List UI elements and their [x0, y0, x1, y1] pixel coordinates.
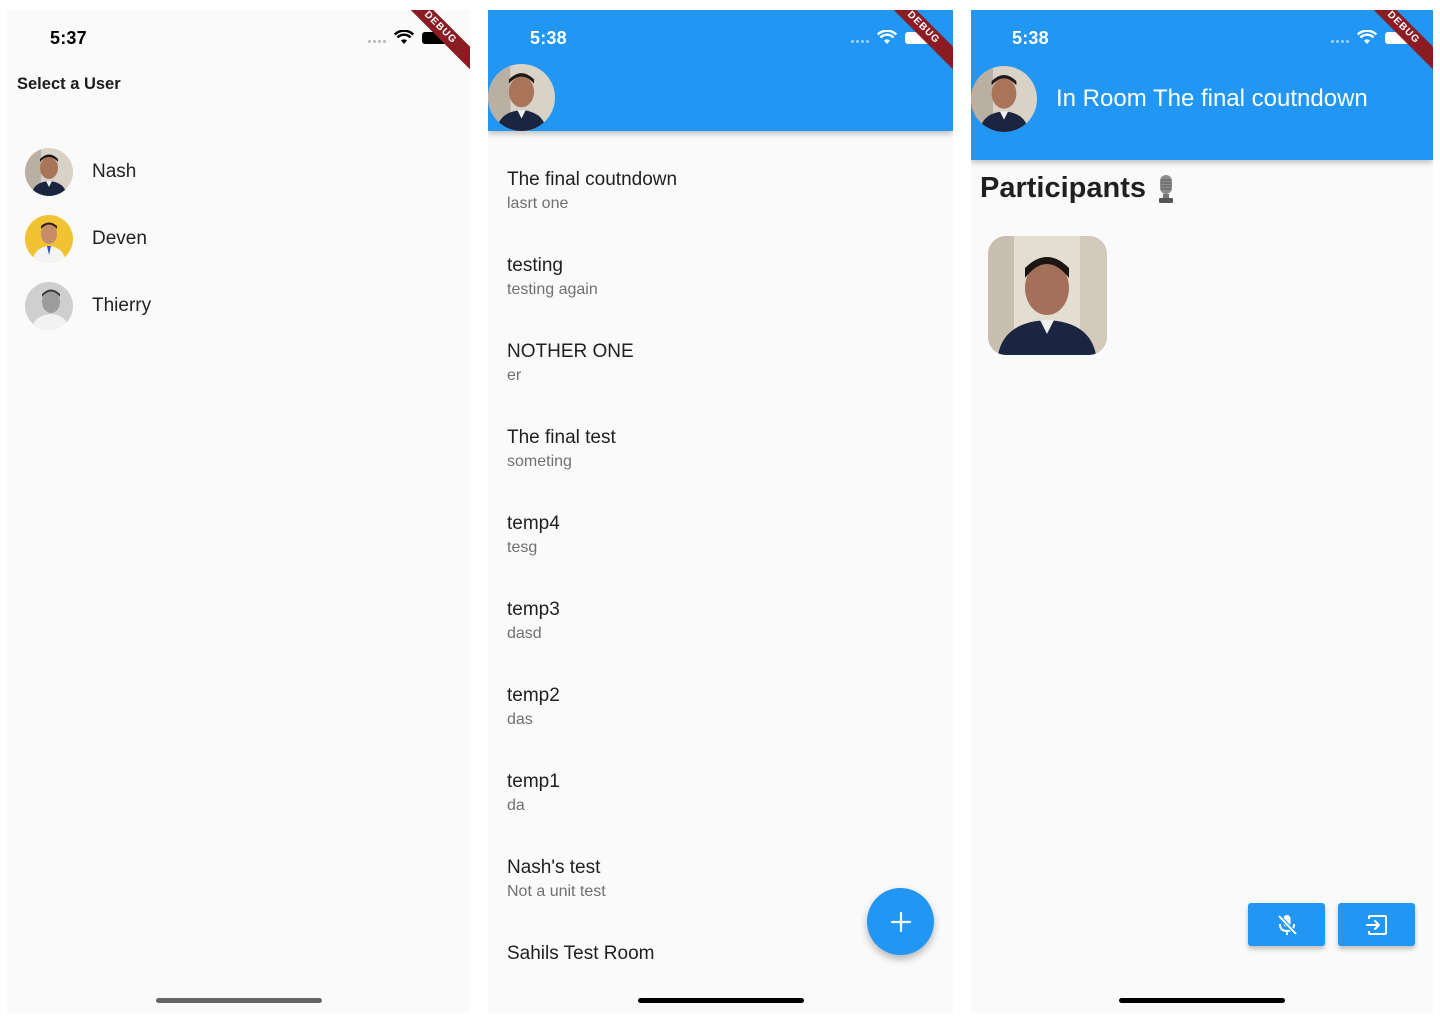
mic-off-icon [1277, 914, 1297, 935]
signal-icon [368, 40, 386, 43]
participant-tile[interactable] [988, 236, 1107, 355]
room-description: Not a unit test [507, 883, 606, 900]
participants-heading: Participants [980, 172, 1176, 205]
exit-icon [1365, 914, 1387, 935]
status-time: 5:38 [1012, 28, 1049, 48]
select-user-screen: 5:37 DEBUG Select a User Nash Deven Thie… [7, 10, 470, 1013]
user-name: Deven [92, 227, 147, 249]
microphone-icon [1159, 174, 1173, 203]
room-item[interactable]: NOTHER ONE er [507, 338, 927, 424]
room-description: dasd [507, 625, 542, 642]
home-indicator[interactable] [1119, 998, 1285, 1003]
room-name: temp2 [507, 685, 560, 706]
room-name: testing [507, 255, 563, 276]
bottom-safe-area [488, 970, 953, 1013]
room-description: da [507, 797, 525, 814]
user-name: Nash [92, 160, 137, 182]
room-item[interactable]: The final coutndown lasrt one [507, 166, 927, 252]
room-item[interactable]: temp1 da [507, 768, 927, 854]
signal-icon [851, 40, 869, 43]
plus-icon [890, 911, 911, 932]
room-name: The final coutndown [507, 169, 678, 190]
room-description: lasrt one [507, 195, 569, 212]
room-name: NOTHER ONE [507, 341, 634, 362]
room-item[interactable]: temp3 dasd [507, 596, 927, 682]
page-title: Select a User [17, 75, 121, 93]
status-bar: 5:37 [7, 10, 470, 66]
user-row-deven[interactable]: Deven [25, 205, 445, 272]
room-description: tesg [507, 539, 538, 556]
room-screen: 5:38 In Room The final coutndown DEBUG P… [971, 10, 1433, 1013]
room-name: temp1 [507, 771, 560, 792]
room-name: The final test [507, 427, 616, 448]
wifi-icon [1357, 30, 1377, 44]
wifi-icon [877, 30, 897, 44]
status-bar: 5:38 [488, 10, 953, 66]
leave-room-button[interactable] [1338, 903, 1415, 946]
user-list: Nash Deven Thierry [25, 138, 445, 339]
app-bar: 5:38 In Room The final coutndown [971, 10, 1433, 160]
room-description: testing again [507, 281, 598, 298]
thierry-avatar [25, 281, 73, 330]
participants-label: Participants [980, 172, 1146, 204]
room-item[interactable]: Nash's test Not a unit test [507, 854, 927, 940]
status-bar: 5:38 [971, 10, 1433, 66]
home-indicator[interactable] [637, 998, 804, 1003]
user-name: Thierry [92, 294, 152, 316]
room-description: er [507, 367, 522, 384]
mute-button[interactable] [1248, 903, 1325, 946]
add-room-button[interactable] [867, 888, 934, 955]
current-user-avatar[interactable] [971, 66, 1037, 132]
user-row-nash[interactable]: Nash [25, 138, 445, 205]
room-description: someting [507, 453, 572, 470]
wifi-icon [394, 30, 414, 44]
status-time: 5:37 [50, 28, 87, 48]
room-item[interactable]: testing testing again [507, 252, 927, 338]
nash-avatar [25, 147, 73, 196]
home-indicator[interactable] [155, 998, 322, 1003]
room-item[interactable]: The final test someting [507, 424, 927, 510]
room-name: Nash's test [507, 857, 601, 878]
room-name: temp3 [507, 599, 560, 620]
deven-avatar [25, 214, 73, 263]
room-item[interactable]: temp2 das [507, 682, 927, 768]
room-list: The final coutndown lasrt one testing te… [507, 166, 927, 1013]
signal-icon [1331, 40, 1349, 43]
room-item[interactable]: temp4 tesg [507, 510, 927, 596]
current-user-avatar[interactable] [488, 64, 555, 131]
user-row-thierry[interactable]: Thierry [25, 272, 445, 339]
app-bar-title: In Room The final coutndown [1056, 85, 1368, 112]
room-description: das [507, 711, 533, 728]
room-name: temp4 [507, 513, 560, 534]
status-time: 5:38 [530, 28, 567, 48]
rooms-screen: 5:38 DEBUG The final coutndown lasrt one… [488, 10, 953, 1013]
room-name: Sahils Test Room [507, 943, 655, 964]
app-bar: 5:38 [488, 10, 953, 131]
